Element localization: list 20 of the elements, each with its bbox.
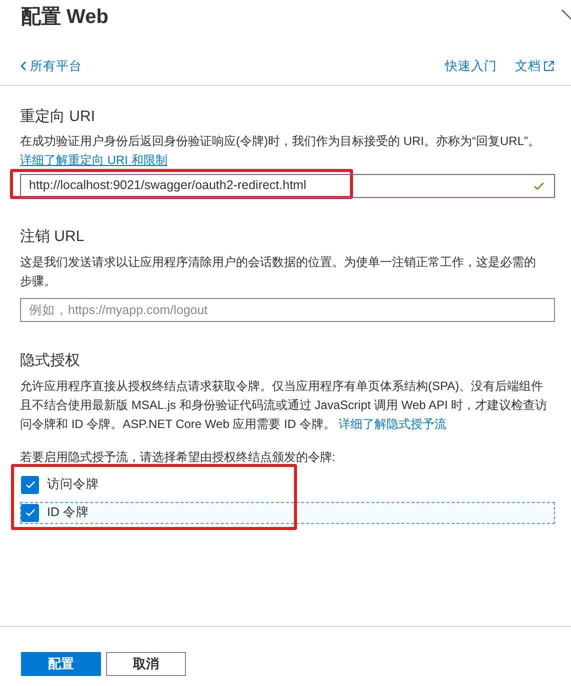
dialog-button[interactable]: 配置 bbox=[21, 652, 101, 676]
dialog-button[interactable]: 取消 bbox=[106, 652, 186, 676]
section-heading: 重定向 URI bbox=[20, 106, 96, 127]
help-link[interactable]: 文档 bbox=[515, 57, 555, 76]
logout-url-field[interactable]: 例如，https://myapp.com/logout bbox=[20, 298, 555, 322]
section-description: 在成功验证用户身份后返回身份验证响应(令牌)时，我们作为目标接受的 URI。亦称为“回复URL”。 详细了解重定向 URI 和限制 bbox=[20, 132, 541, 169]
section-heading: 隐式授权 bbox=[20, 350, 81, 371]
token-prompt: 若要启用隐式授予流，请选择希望由授权终结点颁发的令牌: bbox=[20, 448, 336, 466]
back-link[interactable]: 所有平台 bbox=[20, 57, 82, 76]
section-description: 这是我们发送请求以让应用程序清除用户的会话数据的位置。为使单一注销正常工作，这是必需的步骤。 bbox=[20, 254, 537, 290]
panel-title: 配置 Web bbox=[21, 5, 108, 30]
help-link[interactable]: 快速入门 bbox=[445, 57, 497, 76]
chevron-left-icon bbox=[20, 61, 27, 72]
learn-more-link[interactable]: 详细了解隐式授予流 bbox=[338, 416, 447, 431]
redirect-uri-field[interactable]: http://localhost:9021/swagger/oauth2-redirect.html bbox=[20, 174, 555, 198]
token-checkbox-row[interactable]: ID 令牌 bbox=[20, 502, 555, 524]
section-description: 允许应用程序直接从授权终结点请求获取令牌。仅当应用程序有单页体系结构(SPA)、没有后端组件且不结合使用最新版 MSAL.js 和身份验证代码流或通过 JavaScript 调用 Web API 时，才建议检查访问令牌和 ID 令牌。ASP.NET Core Web 应用需要 ID 令牌。 详细了解隐式授予流 bbox=[20, 378, 548, 433]
token-checkbox-row[interactable]: 访问令牌 bbox=[20, 474, 555, 496]
learn-more-link[interactable]: 详细了解重定向 URI 和限制 bbox=[20, 152, 168, 167]
section-heading: 注销 URL bbox=[20, 226, 86, 247]
